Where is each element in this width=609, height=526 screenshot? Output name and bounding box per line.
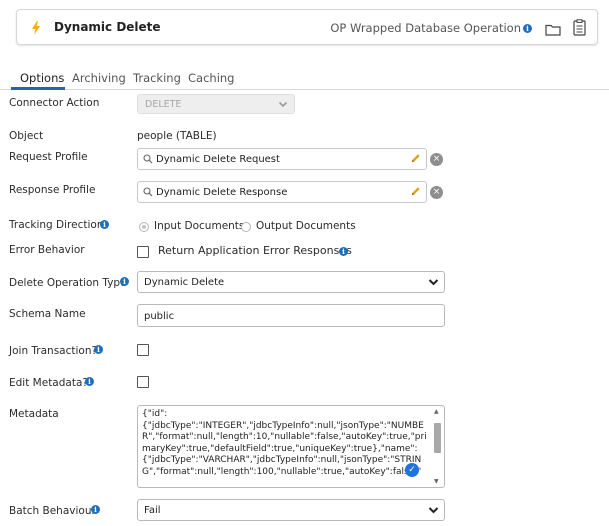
batch-behaviour-select[interactable]: Fail: [137, 499, 445, 521]
tracking-direction-label: Tracking Direction: [9, 219, 104, 231]
edit-pencil-icon[interactable]: [411, 153, 421, 166]
error-behavior-checkbox-label: Return Application Error Responses: [158, 244, 352, 257]
edit-metadata-checkbox[interactable]: [137, 376, 149, 388]
scroll-down-icon[interactable]: ▼: [434, 478, 439, 485]
search-icon: [143, 187, 153, 200]
schema-name-value: public: [144, 311, 175, 322]
join-transaction-label: Join Transaction?: [9, 345, 98, 357]
connector-action-label: Connector Action: [9, 97, 100, 109]
request-profile-value: Dynamic Delete Request: [156, 154, 280, 165]
metadata-scrollbar[interactable]: ▲ ▼: [433, 408, 442, 486]
checkmark-badge-icon[interactable]: ✓: [405, 463, 419, 477]
edit-metadata-label: Edit Metadata?: [9, 377, 88, 389]
response-profile-value: Dynamic Delete Response: [156, 187, 288, 198]
active-tab-indicator: [11, 87, 65, 90]
metadata-value: {"id": {"jdbcType":"INTEGER","jdbcTypeIn…: [142, 409, 427, 477]
tabs-divider: [0, 89, 609, 90]
folder-icon[interactable]: [545, 21, 561, 40]
join-transaction-checkbox[interactable]: [137, 344, 149, 356]
info-icon[interactable]: i: [339, 247, 348, 256]
scroll-thumb[interactable]: [434, 423, 441, 453]
delete-operation-type-label: Delete Operation Type: [9, 277, 127, 289]
schema-name-label: Schema Name: [9, 308, 86, 320]
chevron-down-icon: [428, 505, 439, 518]
clear-response-profile-icon[interactable]: ×: [430, 186, 443, 199]
request-profile-field[interactable]: Dynamic Delete Request: [137, 148, 427, 170]
tab-archiving[interactable]: Archiving: [72, 71, 126, 85]
metadata-textarea[interactable]: {"id": {"jdbcType":"INTEGER","jdbcTypeIn…: [137, 405, 445, 488]
info-icon[interactable]: i: [91, 505, 100, 514]
radio-output-documents-label: Output Documents: [256, 220, 356, 232]
batch-behaviour-label: Batch Behaviour: [9, 505, 96, 517]
edit-pencil-icon[interactable]: [411, 186, 421, 199]
delete-operation-type-value: Dynamic Delete: [144, 277, 225, 288]
info-icon[interactable]: i: [94, 345, 103, 354]
lightning-bolt-icon: [31, 20, 41, 39]
clear-request-profile-icon[interactable]: ×: [430, 153, 443, 166]
schema-name-input[interactable]: public: [137, 304, 445, 327]
info-icon[interactable]: i: [523, 24, 532, 33]
operation-title: Dynamic Delete: [54, 20, 161, 34]
request-profile-label: Request Profile: [9, 151, 88, 163]
info-icon[interactable]: i: [85, 377, 94, 386]
scroll-up-icon[interactable]: ▲: [434, 408, 439, 415]
response-profile-field[interactable]: Dynamic Delete Response: [137, 181, 427, 203]
chevron-down-icon: [278, 99, 288, 112]
search-icon: [143, 154, 153, 167]
batch-behaviour-value: Fail: [144, 505, 161, 516]
clipboard-icon[interactable]: [573, 19, 586, 40]
info-icon[interactable]: i: [100, 220, 109, 229]
delete-operation-type-select[interactable]: Dynamic Delete: [137, 271, 445, 293]
info-icon[interactable]: i: [120, 277, 129, 286]
error-behavior-label: Error Behavior: [9, 244, 85, 256]
metadata-label: Metadata: [9, 408, 59, 420]
response-profile-label: Response Profile: [9, 184, 96, 196]
tab-options[interactable]: Options: [20, 71, 64, 85]
object-value: people (TABLE): [137, 130, 217, 142]
object-label: Object: [9, 130, 44, 142]
connector-action-select: DELETE: [137, 94, 295, 114]
tab-tracking[interactable]: Tracking: [133, 71, 181, 85]
operation-header: Dynamic Delete OP Wrapped Database Opera…: [16, 9, 598, 45]
connector-action-value: DELETE: [145, 99, 182, 110]
radio-output-documents[interactable]: [241, 222, 251, 232]
radio-input-documents-label: Input Documents: [154, 220, 245, 232]
chevron-down-icon: [428, 277, 439, 290]
tab-caching[interactable]: Caching: [188, 71, 234, 85]
radio-input-documents[interactable]: [139, 222, 149, 232]
error-behavior-checkbox[interactable]: [137, 246, 149, 258]
operation-type: OP Wrapped Database Operation: [330, 21, 521, 35]
